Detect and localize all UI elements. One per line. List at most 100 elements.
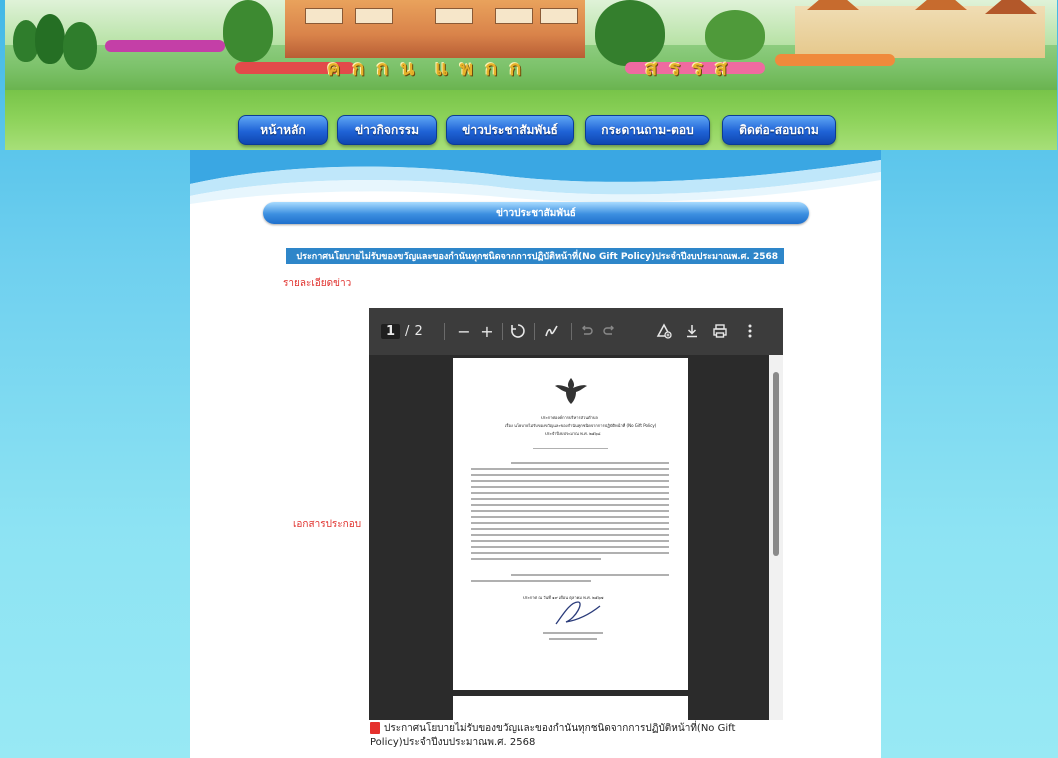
detail-label: รายละเอียดข่าว [283,278,352,289]
section-heading: ข่าวประชาสัมพันธ์ [496,207,576,219]
page-indicator: 1 / 2 [381,320,423,342]
main-nav: หน้าหลัก ข่าวกิจกรรม ข่าวประชาสัมพันธ์ ก… [5,115,1057,145]
letter: ก [352,56,377,80]
nav-label: หน้าหลัก [260,122,306,137]
doc-body-line [511,462,669,464]
letter: ก [376,56,401,80]
doc-body-line [471,480,669,482]
attachment-label: เอกสารประกอบ [293,519,362,530]
doc-body-line [471,474,669,476]
site-name-art: สรรส [645,52,739,84]
section-heading-bar: ข่าวประชาสัมพันธ์ [263,202,809,224]
tree [35,14,65,64]
tree [63,22,97,70]
letter: ส [714,56,739,80]
doc-body-line [471,540,669,542]
letter: น [400,56,427,80]
doc-body-line [471,522,669,524]
doc-body [471,462,671,582]
nav-announcements[interactable]: ข่าวประชาสัมพันธ์ [446,115,574,145]
attachment-file-name: ประกาศนโยบายไม่รับของขวัญและของกำนันทุกช… [370,723,736,748]
toolbar-divider [534,323,535,340]
page-number-input[interactable]: 1 [381,323,401,339]
more-icon[interactable] [739,320,761,342]
add-text-icon[interactable] [653,320,675,342]
window [355,8,393,24]
doc-body-line [471,552,669,554]
zoom-out-button[interactable]: − [454,320,474,342]
download-icon[interactable] [681,320,703,342]
attachment-link[interactable]: ประกาศนโยบายไม่รับของขวัญและของกำนันทุกช… [370,722,790,750]
school-building [285,0,585,58]
pdf-scrollbar-thumb[interactable] [773,372,779,556]
nav-contact[interactable]: ติดต่อ-สอบถาม [722,115,836,145]
doc-divider [533,448,608,449]
doc-heading: ประจำปีงบประมาณ พ.ศ. ๒๕๖๘ [545,431,601,436]
window [540,8,578,24]
letter: ร [691,56,715,80]
flower-bed [105,40,225,52]
toolbar-divider [444,323,445,340]
window [495,8,533,24]
window [305,8,343,24]
letter: ค [327,56,353,80]
doc-body-line [471,580,591,582]
news-title: ประกาศนโยบายไม่รับของขวัญและของกำนันทุกช… [296,252,778,262]
nav-label: ข่าวประชาสัมพันธ์ [462,122,558,137]
nav-activities[interactable]: ข่าวกิจกรรม [337,115,437,145]
temple-roof [915,0,967,10]
pdf-file-icon [370,722,380,734]
redo-icon[interactable] [599,320,619,342]
doc-heading: เรื่อง นโยบายไม่รับของขวัญและของกำนันทุก… [505,423,657,428]
total-pages: 2 [414,323,423,339]
window [435,8,473,24]
doc-body-line [471,558,601,560]
fit-page-icon[interactable] [507,320,529,342]
draw-icon[interactable] [541,320,563,342]
doc-signature-name [543,632,603,634]
nav-label: ติดต่อ-สอบถาม [739,122,819,137]
doc-body-line [471,546,669,548]
doc-body-line [471,498,669,500]
doc-body-line [471,510,669,512]
site-banner: คกกน แพกก สรรส หน้าหลัก ข่าวกิจกรรม ข่าว… [5,0,1057,150]
page-separator: / [405,323,410,339]
nav-label: ข่าวกิจกรรม [354,122,420,137]
doc-body-line [471,504,669,506]
doc-body-line [471,486,669,488]
garuda-emblem-icon [555,378,587,404]
content-panel: ข่าวประชาสัมพันธ์ ประกาศนโยบายไม่รับของข… [190,150,881,758]
doc-heading: ประกาศองค์การบริหารส่วนตำบล [541,415,598,420]
letter: ก [509,56,534,80]
nav-qa-board[interactable]: กระดานถาม-ตอบ [585,115,710,145]
toolbar-divider [502,323,503,340]
doc-body-line [471,468,669,470]
doc-signature-title [549,638,597,640]
zoom-in-button[interactable]: + [477,320,497,342]
print-icon[interactable] [709,320,731,342]
letter: พ [459,56,486,80]
site-name-art: แพกก [435,52,533,84]
signature-icon [555,601,601,625]
letter: ร [669,56,692,80]
nav-home[interactable]: หน้าหลัก [238,115,328,145]
temple-roof [807,0,859,10]
news-title-bar: ประกาศนโยบายไม่รับของขวัญและของกำนันทุกช… [286,248,784,264]
pdf-page: ประกาศองค์การบริหารส่วนตำบล เรื่อง นโยบา… [453,358,688,690]
doc-body-line [511,574,669,576]
pdf-viewer[interactable]: 1 / 2 − + ประกาศองค์การบริหารส่วนตำบล เร… [369,308,783,720]
decorative-wave [190,150,881,204]
site-name-art: คกกน [327,52,426,84]
nav-label: กระดานถาม-ตอบ [601,122,694,137]
flower-bed [775,54,895,66]
doc-body-line [471,528,669,530]
tree [223,0,273,62]
temple [795,0,1045,58]
letter: ส [645,56,670,80]
doc-body-line [471,534,669,536]
temple-roof [985,0,1037,14]
toolbar-divider [571,323,572,340]
letter: แ [435,56,460,80]
undo-icon[interactable] [577,320,597,342]
doc-body-line [471,492,669,494]
